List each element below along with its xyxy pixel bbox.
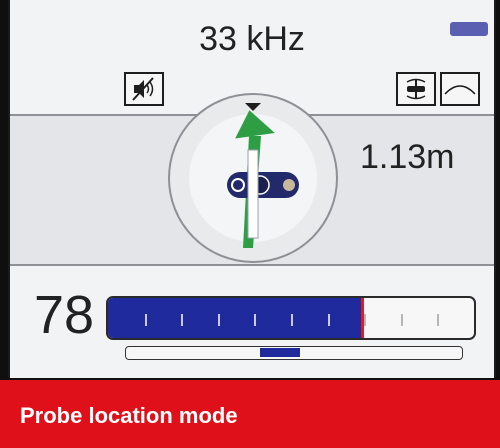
probe-icon <box>227 172 299 198</box>
gain-slider-thumb[interactable] <box>260 348 301 357</box>
peak-arc-icon-glyph <box>444 85 476 95</box>
signal-tick <box>291 314 293 326</box>
speaker-muted-icon[interactable] <box>124 72 164 106</box>
signal-tick <box>364 314 367 326</box>
probe-signal-icon[interactable] <box>396 72 436 106</box>
signal-tick <box>327 314 330 326</box>
peak-arc-icon[interactable] <box>440 72 480 106</box>
probe-signal-icon-glyph <box>406 78 426 100</box>
battery-icon <box>450 22 488 36</box>
mode-banner-label: Probe location mode <box>20 403 238 428</box>
signal-tick <box>254 314 257 326</box>
depth-readout: 1.13m <box>360 138 455 176</box>
signal-tick <box>400 314 403 326</box>
frequency-label: 33 kHz <box>199 20 305 58</box>
signal-tick <box>181 314 184 326</box>
gain-slider[interactable] <box>125 346 463 360</box>
signal-strength-bar <box>106 296 476 340</box>
signal-strength-value: 78 <box>34 285 95 345</box>
locator-screen: 33 kHz 1.13m 78 <box>8 0 496 378</box>
alignment-bar <box>247 149 259 239</box>
speaker-muted-icon-glyph <box>132 77 154 101</box>
signal-tick <box>217 314 220 326</box>
compass-dial <box>168 93 338 263</box>
mode-banner: Probe location mode <box>0 380 500 448</box>
signal-tick <box>437 314 440 326</box>
signal-tick <box>144 314 147 326</box>
